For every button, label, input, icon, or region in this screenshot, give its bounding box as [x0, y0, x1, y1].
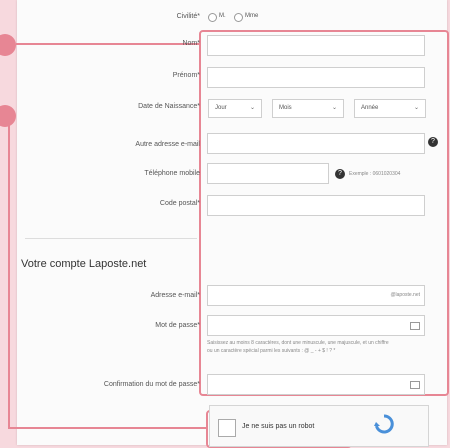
birth-day-select[interactable]: Jour ⌄ — [208, 99, 262, 118]
civility-option-mme: Mme — [245, 13, 259, 19]
chevron-down-icon: ⌄ — [331, 105, 337, 111]
birth-month-select[interactable]: Mois ⌄ — [272, 99, 344, 118]
name-input[interactable] — [207, 35, 425, 56]
password-hint-line2: ou un caractère spécial parmi les suivan… — [207, 348, 336, 354]
other-email-input[interactable] — [207, 133, 425, 154]
password-confirm-input[interactable] — [207, 374, 425, 395]
password-label: Mot de passe* — [155, 322, 200, 329]
postal-code-input[interactable] — [207, 195, 425, 216]
keyboard-icon[interactable] — [410, 381, 420, 389]
mobile-label: Téléphone mobile — [144, 170, 200, 177]
captcha-label: Je ne suis pas un robot — [242, 423, 315, 430]
first-name-label: Prénom* — [172, 72, 200, 79]
account-email-label: Adresse e-mail* — [150, 292, 200, 299]
first-name-input[interactable] — [207, 67, 425, 88]
mobile-input[interactable] — [207, 163, 329, 184]
name-label: Nom* — [182, 40, 200, 47]
email-domain-suffix: @laposte.net — [390, 292, 420, 298]
civility-radio-mme[interactable] — [234, 13, 243, 22]
account-section-title: Votre compte Laposte.net — [21, 258, 147, 270]
recaptcha-logo-icon — [374, 414, 394, 434]
account-email-input[interactable]: @laposte.net — [207, 285, 425, 306]
password-hint-line1: Saisissez au moins 8 caractères, dont un… — [207, 340, 389, 346]
mobile-example: Exemple : 0601020304 — [349, 171, 401, 177]
highlight-marker-1 — [0, 34, 16, 56]
highlight-marker-2 — [0, 105, 16, 127]
help-icon[interactable]: ? — [335, 169, 345, 179]
chevron-down-icon: ⌄ — [413, 105, 419, 111]
section-divider — [25, 238, 197, 239]
chevron-down-icon: ⌄ — [249, 105, 255, 111]
birth-year-select[interactable]: Année ⌄ — [354, 99, 426, 118]
help-icon[interactable]: ? — [428, 137, 438, 147]
highlight-connector-bottom — [8, 427, 208, 429]
birth-date-label: Date de Naissance* — [138, 103, 200, 110]
password-input[interactable] — [207, 315, 425, 336]
captcha-checkbox[interactable] — [218, 419, 236, 437]
keyboard-icon[interactable] — [410, 322, 420, 330]
civility-radio-m[interactable] — [208, 13, 217, 22]
captcha-widget: Je ne suis pas un robot — [209, 405, 429, 447]
birth-month-value: Mois — [279, 105, 292, 111]
postal-code-label: Code postal* — [159, 200, 200, 207]
birth-day-value: Jour — [215, 105, 227, 111]
civility-label: Civilité* — [176, 13, 200, 20]
other-email-label: Autre adresse e-mail — [135, 141, 200, 148]
civility-option-m: M. — [219, 13, 226, 19]
highlight-connector-top — [16, 43, 200, 45]
birth-year-value: Année — [361, 105, 379, 111]
password-confirm-label: Confirmation du mot de passe* — [103, 381, 200, 388]
highlight-connector-vertical — [8, 125, 10, 429]
